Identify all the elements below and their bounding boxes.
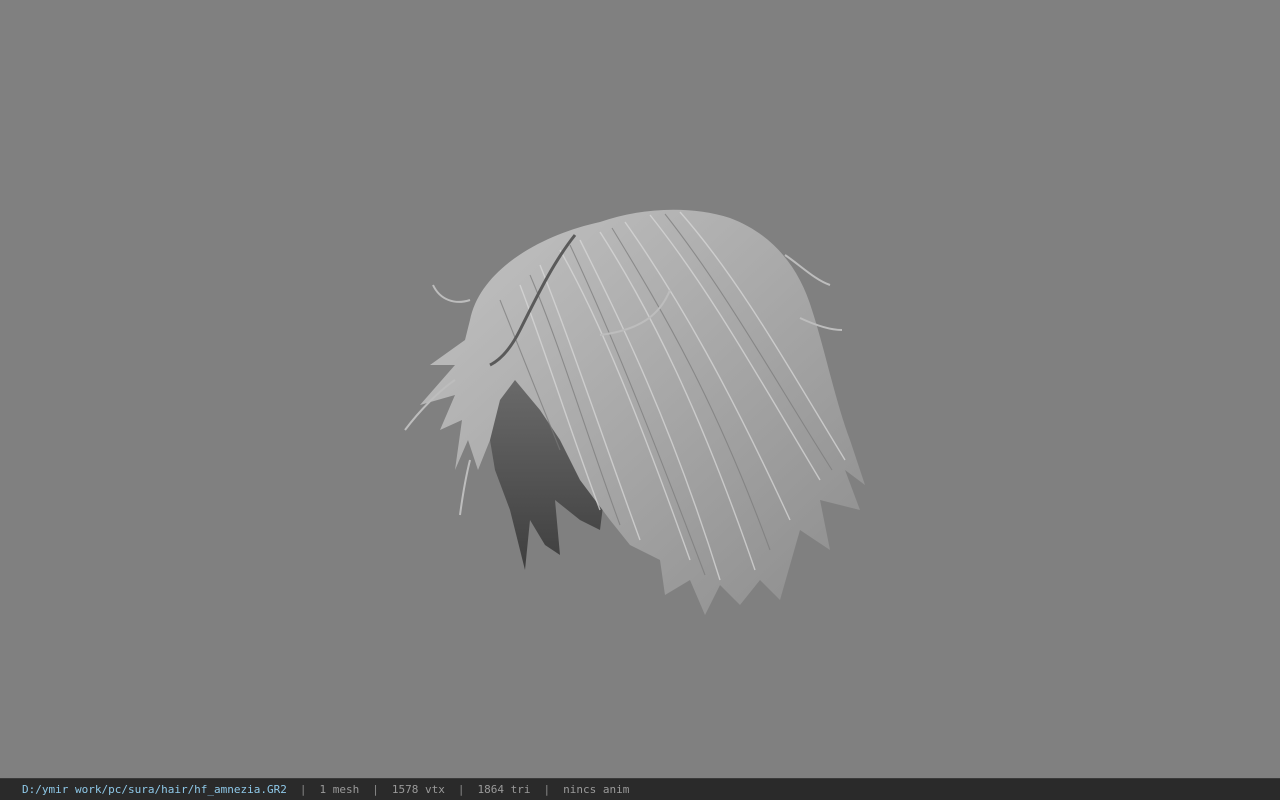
- status-mesh-count: 1 mesh: [319, 783, 360, 796]
- status-vertex-count: 1578 vtx: [391, 783, 445, 796]
- status-file-path: D:/ymir work/pc/sura/hair/hf_amnezia.GR2: [22, 783, 287, 796]
- status-separator: |: [372, 783, 379, 796]
- status-separator: |: [299, 783, 307, 796]
- hair-model-render[interactable]: [0, 0, 1280, 778]
- hair-main-mass: [420, 209, 865, 616]
- status-bar: D:/ymir work/pc/sura/hair/hf_amnezia.GR2…: [0, 778, 1280, 800]
- 3d-viewport[interactable]: [0, 0, 1280, 778]
- status-separator: |: [543, 783, 551, 796]
- status-triangle-count: 1864 tri: [477, 783, 531, 796]
- status-separator: |: [457, 783, 465, 796]
- status-anim-status: nincs anim: [563, 783, 630, 796]
